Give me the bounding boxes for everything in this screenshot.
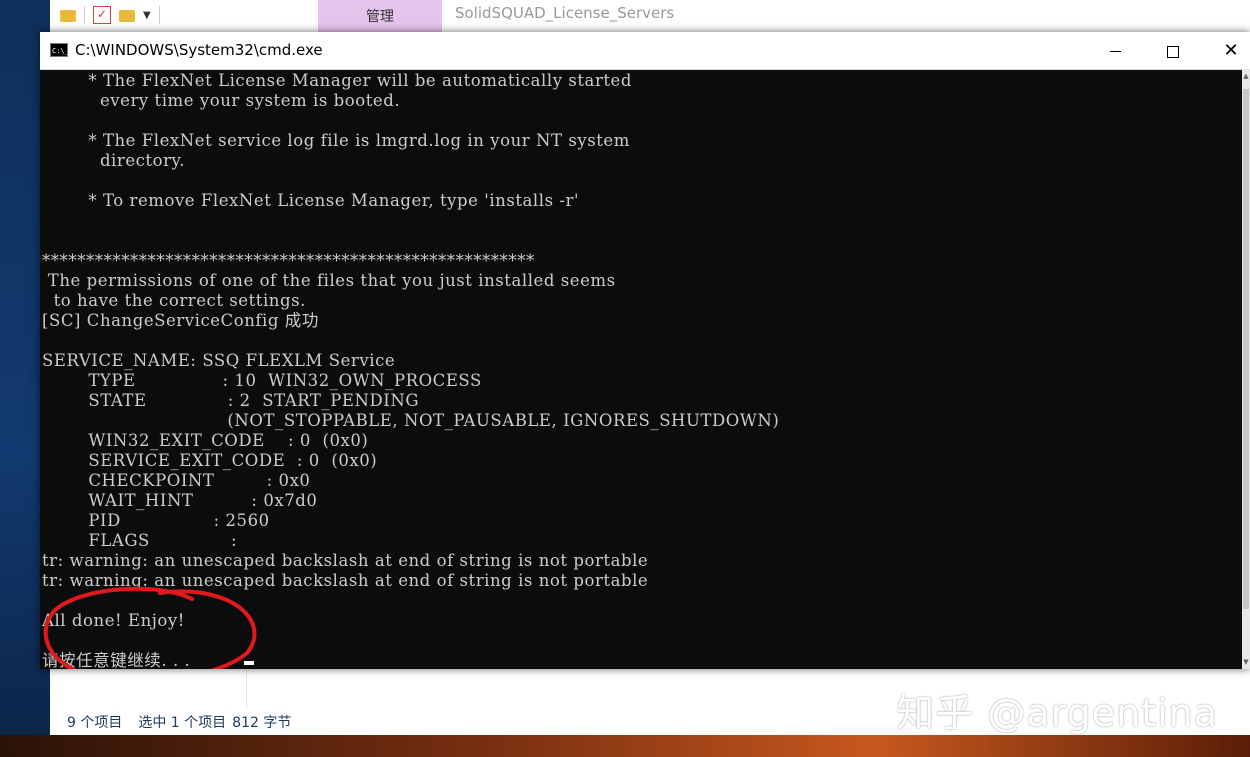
maximize-icon <box>1167 45 1179 58</box>
console-line: The permissions of one of the files that… <box>42 271 616 290</box>
console-scrollbar[interactable]: ▲ ▼ <box>1242 69 1250 669</box>
watermark: 知乎 @argentina <box>896 691 1218 735</box>
console-line: directory. <box>42 151 186 170</box>
console-line: tr: warning: an unescaped backslash at e… <box>42 551 649 570</box>
console-line: FLAGS : <box>42 531 238 550</box>
console-line: WIN32_EXIT_CODE : 0 (0x0) <box>42 431 369 450</box>
console-output[interactable]: * The FlexNet License Manager will be au… <box>42 69 1240 669</box>
console-line: All done! Enjoy! <box>42 611 185 630</box>
explorer-title-bar: ✓ ▼ 管理 SolidSQUAD_License_Servers <box>50 0 1250 33</box>
explorer-status-area: 9 个项目 选中 1 个项目 812 字节 知乎 @argentina <box>50 668 1250 735</box>
toolbar-separator <box>158 6 160 24</box>
console-line: SERVICE_EXIT_CODE : 0 (0x0) <box>42 451 378 470</box>
console-line: * The FlexNet License Manager will be au… <box>42 71 632 90</box>
close-button[interactable]: ✕ <box>1202 32 1250 69</box>
pane-divider <box>246 668 247 708</box>
quick-access-toolbar: ✓ ▼ <box>60 6 160 24</box>
maximize-button[interactable] <box>1144 32 1202 69</box>
text-cursor <box>244 661 254 665</box>
scroll-down-arrow-icon[interactable]: ▼ <box>1242 657 1250 667</box>
properties-check-icon[interactable]: ✓ <box>93 6 111 24</box>
status-item-count: 9 个项目 <box>67 715 123 731</box>
console-line: SERVICE_NAME: SSQ FLEXLM Service <box>42 351 396 370</box>
cmd-app-icon[interactable]: C:\_ <box>50 43 69 57</box>
console-line: (NOT_STOPPABLE, NOT_PAUSABLE, IGNORES_SH… <box>42 411 780 430</box>
minimize-icon <box>1109 51 1121 52</box>
cmd-window[interactable]: C:\_ C:\WINDOWS\System32\cmd.exe ✕ * The… <box>40 32 1250 669</box>
cmd-window-title: C:\WINDOWS\System32\cmd.exe <box>75 41 323 59</box>
close-icon: ✕ <box>1223 40 1239 61</box>
console-line: TYPE : 10 WIN32_OWN_PROCESS <box>42 371 482 390</box>
status-bar: 9 个项目 选中 1 个项目 812 字节 <box>67 712 291 732</box>
customize-toolbar-chevron-icon[interactable]: ▼ <box>143 10 151 21</box>
explorer-window-title: SolidSQUAD_License_Servers <box>455 4 675 22</box>
console-line: to have the correct settings. <box>42 291 306 310</box>
new-folder-icon[interactable] <box>119 10 135 22</box>
scroll-up-arrow-icon[interactable]: ▲ <box>1242 71 1250 81</box>
folder-icon[interactable] <box>60 10 76 22</box>
console-line: every time your system is booted. <box>42 91 401 110</box>
console-line: ****************************************… <box>42 251 535 270</box>
console-line: 请按任意键继续. . . <box>42 651 191 669</box>
status-selected-count: 选中 1 个项目 <box>138 715 227 731</box>
desktop-background-bottom <box>0 735 1250 757</box>
console-line: STATE : 2 START_PENDING <box>42 391 420 410</box>
minimize-button[interactable] <box>1086 32 1144 69</box>
tab-manage[interactable]: 管理 <box>318 0 442 32</box>
console-line: [SC] ChangeServiceConfig 成功 <box>42 311 319 330</box>
console-line: PID : 2560 <box>42 511 270 530</box>
console-line: WAIT_HINT : 0x7d0 <box>42 491 318 510</box>
toolbar-separator <box>84 6 85 24</box>
cmd-title-bar[interactable]: C:\_ C:\WINDOWS\System32\cmd.exe ✕ <box>40 32 1250 70</box>
console-line: CHECKPOINT : 0x0 <box>42 471 311 490</box>
console-line: * The FlexNet service log file is lmgrd.… <box>42 131 630 150</box>
status-selected-size: 812 字节 <box>232 715 292 731</box>
scrollbar-thumb[interactable] <box>1243 89 1249 609</box>
console-line: tr: warning: an unescaped backslash at e… <box>42 571 649 590</box>
console-line: * To remove FlexNet License Manager, typ… <box>42 191 580 210</box>
